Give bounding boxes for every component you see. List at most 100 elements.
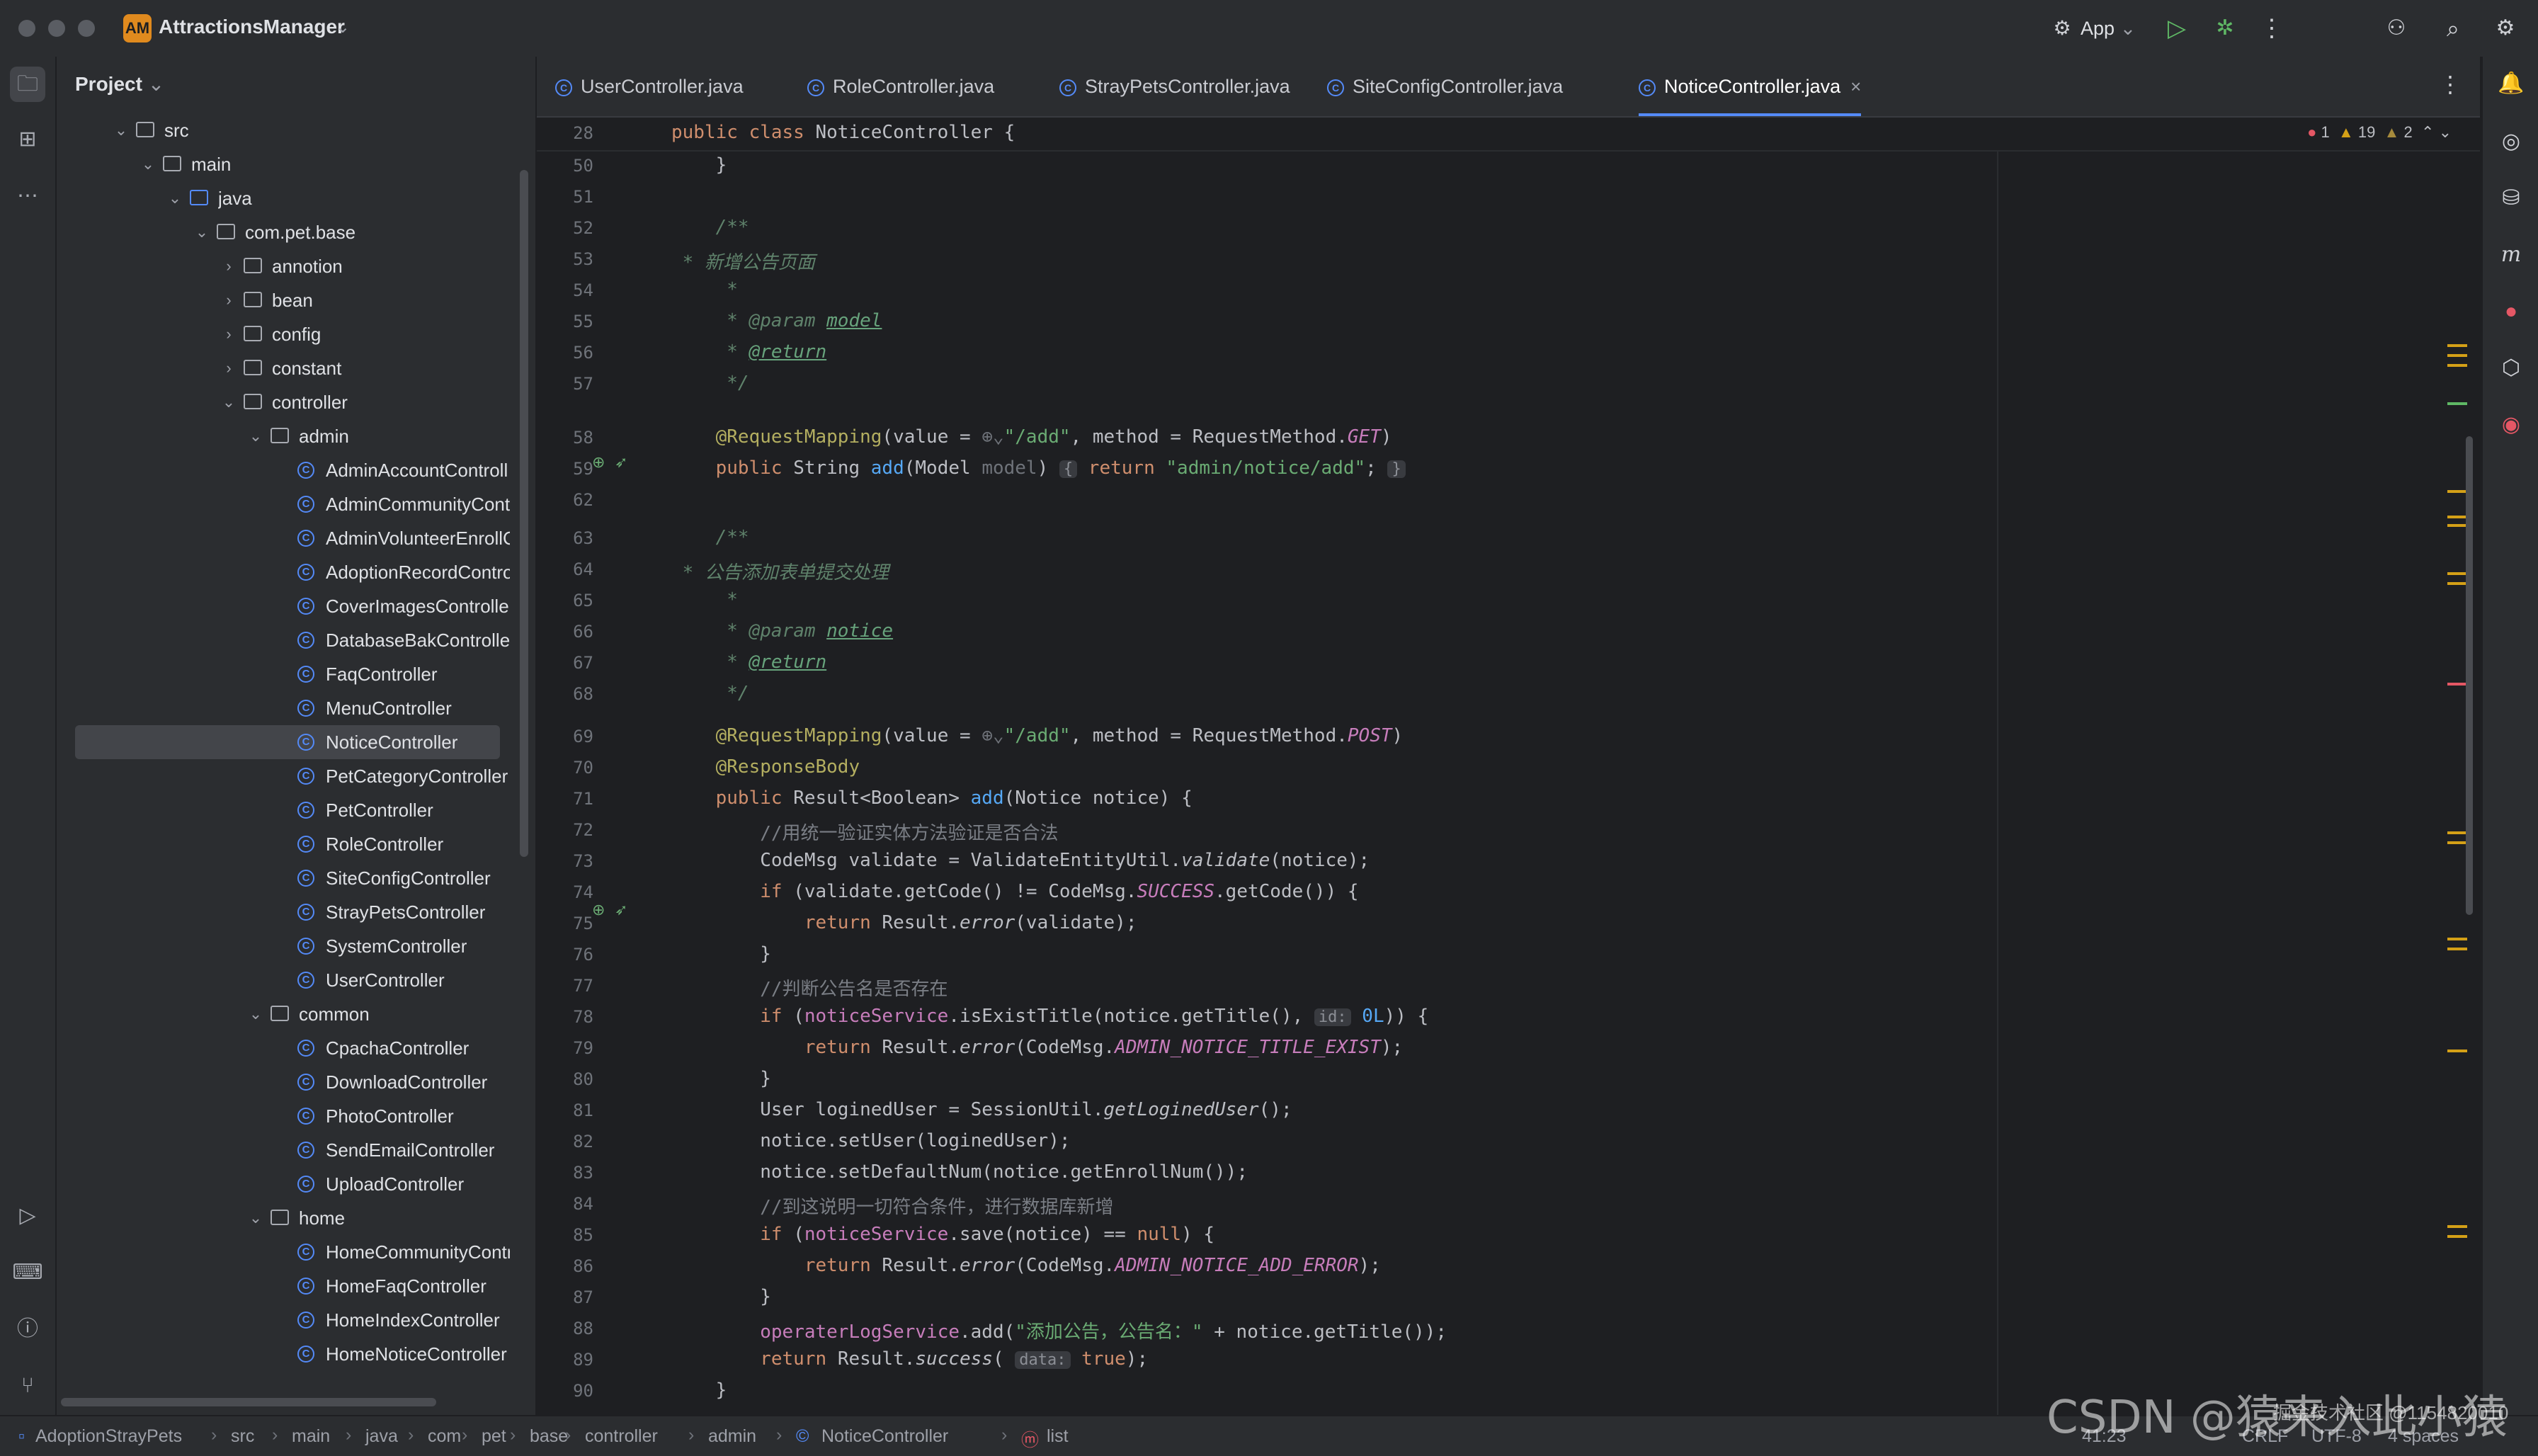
chevron-down-icon[interactable]: ⌄ [246, 1201, 265, 1235]
chevron-up-icon[interactable]: ⌃ [2421, 123, 2434, 141]
run-icon[interactable]: ▷ [2161, 13, 2192, 44]
tree-item-class[interactable]: C SendEmailController [57, 1133, 535, 1167]
chevron-down-icon[interactable]: ⌄ [336, 17, 350, 38]
editor-tab[interactable]: C StrayPetsController.java [1059, 57, 1290, 116]
breadcrumb-item[interactable]: main [292, 1426, 330, 1447]
plugin-bird-icon[interactable]: ● [2494, 295, 2528, 329]
breadcrumb-item[interactable]: base [530, 1426, 568, 1447]
project-panel-header[interactable]: Project ⌄ [75, 72, 164, 96]
tree-item-folder[interactable]: ⌄ src [57, 113, 535, 147]
project-name[interactable]: AttractionsManager [159, 16, 345, 38]
tree-item-folder[interactable]: ⌄ com.pet.base [57, 215, 535, 249]
chevron-down-icon[interactable]: ⌄ [2439, 123, 2452, 141]
endpoint-gutter-icon[interactable]: ➶ [615, 453, 633, 472]
database-icon[interactable]: ⛁ [2494, 181, 2528, 215]
close-tab-icon[interactable]: × [1850, 76, 1861, 97]
editor-tab[interactable]: C UserController.java [555, 57, 744, 116]
tree-item-class[interactable]: C DownloadController [57, 1065, 535, 1099]
warning-stripe[interactable] [2447, 582, 2467, 585]
debug-icon[interactable]: ✲ [2209, 13, 2241, 44]
tree-item-class[interactable]: C CoverImagesController [57, 589, 535, 623]
tree-item-folder[interactable]: › annotion [57, 249, 535, 283]
endpoint-gutter-icon[interactable]: ➶ [615, 901, 633, 919]
terminal-icon[interactable]: ⌨ [10, 1255, 45, 1290]
more-tools-icon[interactable]: ⋯ [10, 178, 45, 214]
settings-gear-icon[interactable]: ⚙ [2490, 13, 2521, 44]
chevron-down-icon[interactable]: ⌄ [166, 181, 184, 215]
warning-stripe[interactable] [2447, 524, 2467, 527]
tree-item-class[interactable]: C CpachaController [57, 1031, 535, 1065]
chevron-right-icon[interactable]: › [220, 249, 238, 283]
chevron-right-icon[interactable]: › [220, 351, 238, 385]
structure-icon[interactable]: ⊞ [10, 122, 45, 157]
warning-stripe[interactable] [2447, 572, 2467, 575]
tree-item-class[interactable]: C PetCategoryController [57, 759, 535, 793]
breadcrumb-item[interactable]: pet [482, 1426, 506, 1447]
minimize-window-button[interactable] [48, 20, 65, 37]
tree-item-class[interactable]: C PetController [57, 793, 535, 827]
build-icon[interactable]: ⚙ [2047, 13, 2078, 44]
chevron-down-icon[interactable]: ⌄ [193, 215, 211, 249]
notifications-bell-icon[interactable]: 🔔 [2494, 67, 2528, 101]
warning-stripe[interactable] [2447, 938, 2467, 940]
code-editor[interactable]: 28 public class NoticeController { ● 1 ▲… [537, 118, 2480, 1415]
chevron-down-icon[interactable]: ⌄ [246, 997, 265, 1031]
tree-item-class[interactable]: C SiteConfigController [57, 861, 535, 895]
tree-item-class[interactable]: C HomeIndexController [57, 1303, 535, 1337]
services-icon[interactable]: ▷ [10, 1198, 45, 1234]
breadcrumb-item[interactable]: controller [585, 1426, 658, 1447]
tree-item-folder[interactable]: › config [57, 317, 535, 351]
editor-tab[interactable]: C NoticeController.java × [1639, 57, 1862, 116]
tree-item-class[interactable]: C UserController [57, 963, 535, 997]
breadcrumb-item[interactable]: admin [708, 1426, 756, 1447]
breadcrumb-item[interactable]: src [231, 1426, 254, 1447]
project-panel-scrollbar[interactable] [520, 170, 528, 857]
search-icon[interactable]: ⌕ [2437, 13, 2469, 44]
tree-item-folder[interactable]: › constant [57, 351, 535, 385]
editor-scrollbar[interactable] [2466, 436, 2473, 915]
gradle-elephant-icon[interactable]: ⬡ [2494, 351, 2528, 385]
tree-item-class[interactable]: C StrayPetsController [57, 895, 535, 929]
tree-item-folder[interactable]: ⌄ main [57, 147, 535, 181]
tree-item-class[interactable]: C UploadController [57, 1167, 535, 1201]
warning-stripe[interactable] [2447, 490, 2467, 493]
plugin-red-icon[interactable]: ◉ [2494, 408, 2528, 442]
add-user-icon[interactable]: ⚇ [2381, 13, 2412, 44]
tree-item-class[interactable]: C HomeCommunityContr [57, 1235, 535, 1269]
run-gutter-icon[interactable]: ⊕ [592, 901, 610, 919]
project-folder-icon[interactable]: 🗀 [10, 67, 45, 102]
chevron-right-icon[interactable]: › [220, 283, 238, 317]
tree-item-folder[interactable]: › bean [57, 283, 535, 317]
tree-item-class[interactable]: C HomeNoticeController [57, 1337, 535, 1371]
chevron-down-icon[interactable]: ⌄ [139, 147, 157, 181]
warning-stripe[interactable] [2447, 948, 2467, 950]
warning-stripe[interactable] [2447, 344, 2467, 347]
breadcrumb-item[interactable]: java [365, 1426, 398, 1447]
ai-assistant-icon[interactable]: ◎ [2494, 125, 2528, 159]
project-panel-hscrollbar[interactable] [61, 1398, 436, 1406]
tree-item-folder[interactable]: ⌄ common [57, 997, 535, 1031]
more-actions-icon[interactable]: ⋮ [2256, 13, 2287, 44]
warning-stripe[interactable] [2447, 364, 2467, 367]
tree-item-class[interactable]: C RoleController [57, 827, 535, 861]
tree-item-class[interactable]: C AdminCommunityConti [57, 487, 535, 521]
chevron-down-icon[interactable]: ⌄ [246, 419, 265, 453]
run-config-selector[interactable]: App ⌄ [2081, 13, 2136, 44]
breadcrumb-item[interactable]: com [428, 1426, 461, 1447]
tree-item-class[interactable]: C MenuController [57, 691, 535, 725]
tabs-more-icon[interactable]: ⋮ [2439, 71, 2462, 98]
tree-item-folder[interactable]: ⌄ admin [57, 419, 535, 453]
warning-stripe[interactable] [2447, 841, 2467, 844]
warning-stripe[interactable] [2447, 1050, 2467, 1052]
tree-item-class[interactable]: C AdminVolunteerEnrollC [57, 521, 535, 555]
breadcrumb-item[interactable]: NoticeController [821, 1426, 948, 1447]
tree-item-folder[interactable]: ⌄ controller [57, 385, 535, 419]
change-stripe[interactable] [2447, 402, 2467, 405]
breadcrumb-item[interactable]: AdoptionStrayPets [35, 1426, 182, 1447]
git-branch-icon[interactable]: ⑂ [10, 1368, 45, 1404]
tree-item-folder[interactable]: ⌄ home [57, 1201, 535, 1235]
breadcrumb-item[interactable]: list [1047, 1426, 1069, 1447]
warning-stripe[interactable] [2447, 516, 2467, 518]
chevron-down-icon[interactable]: ⌄ [112, 113, 130, 147]
tree-item-class[interactable]: C SystemController [57, 929, 535, 963]
